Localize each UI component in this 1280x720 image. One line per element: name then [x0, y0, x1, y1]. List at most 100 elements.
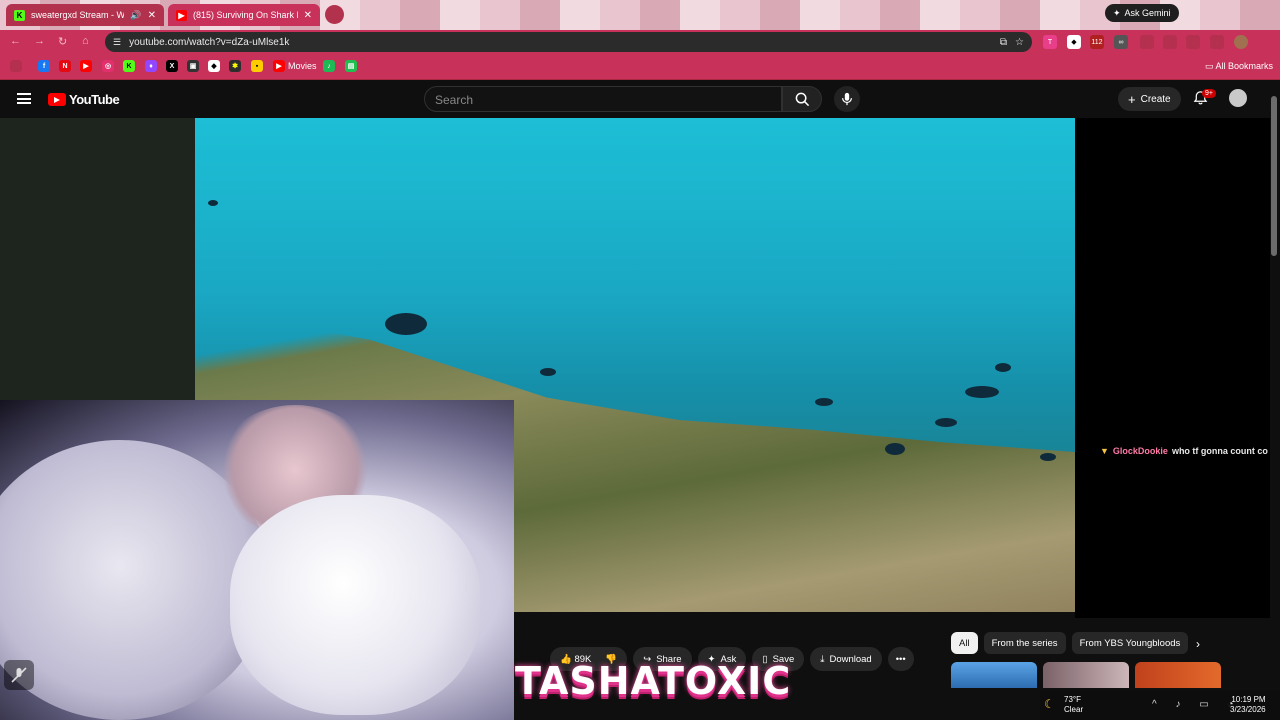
extension-icon[interactable]: [1140, 35, 1154, 49]
chip-all[interactable]: All: [951, 632, 978, 654]
page-scrollbar[interactable]: [1270, 86, 1278, 686]
more-actions-button[interactable]: •••: [887, 647, 914, 671]
chat-username: GlockDookie: [1112, 446, 1168, 456]
scrollbar-thumb[interactable]: [1271, 96, 1277, 256]
movies-icon[interactable]: ▶: [273, 60, 285, 72]
search-button[interactable]: [782, 86, 822, 112]
logo-text: YouTube: [69, 92, 120, 107]
fish: [885, 443, 905, 455]
twitch-icon[interactable]: ♦: [145, 60, 157, 72]
extension-icon[interactable]: T: [1043, 35, 1057, 49]
all-bookmarks[interactable]: ▭ All Bookmarks: [1205, 61, 1273, 72]
install-icon[interactable]: ⧉: [1000, 37, 1007, 48]
system-tray-icons[interactable]: ^ ♪ ▭ ◔: [1152, 699, 1242, 710]
system-clock[interactable]: 10:19 PM 3/23/2026: [1230, 695, 1266, 715]
create-label: Create: [1140, 93, 1171, 105]
download-button[interactable]: ⤓ Download: [810, 647, 882, 671]
instagram-icon[interactable]: ◎: [102, 60, 114, 72]
menu-icon[interactable]: [17, 93, 31, 104]
thumbnail[interactable]: [1043, 662, 1129, 688]
tab-youtube-video[interactable]: ▶ (815) Surviving On Shark Island ✕: [168, 4, 320, 26]
new-tab-button[interactable]: [325, 5, 344, 24]
address-bar[interactable]: ☰ youtube.com/watch?v=dZa-uMlse1k ⧉ ☆: [105, 32, 1032, 52]
kick-icon: K: [14, 9, 25, 21]
fish: [208, 200, 218, 206]
x-icon[interactable]: X: [166, 60, 178, 72]
voice-search-button[interactable]: [834, 86, 860, 112]
reload-icon[interactable]: ↻: [58, 35, 67, 48]
bookmark-icon[interactable]: ▣: [187, 60, 199, 72]
download-label: Download: [829, 653, 872, 665]
microphone-icon: [842, 92, 852, 106]
forward-icon[interactable]: →: [34, 35, 45, 47]
home-icon[interactable]: ⌂: [82, 35, 89, 47]
browser-toolbar: ← → ↻ ⌂ ☰ youtube.com/watch?v=dZa-uMlse1…: [0, 30, 1280, 54]
extension-icon[interactable]: ◆: [1067, 35, 1081, 49]
bookmark-icon[interactable]: ◆: [208, 60, 220, 72]
fish: [815, 398, 833, 406]
back-icon[interactable]: ←: [10, 35, 21, 47]
account-avatar[interactable]: [1229, 89, 1247, 107]
tab-kick-stream[interactable]: K sweatergxd Stream - Watch 🔊 ✕: [6, 4, 164, 26]
chip-from-channel[interactable]: From YBS Youngbloods: [1071, 632, 1189, 654]
gemini-icon: ✦: [1113, 7, 1121, 18]
chat-badge-icon: ▼: [1100, 446, 1109, 456]
right-dark-panel: [1075, 118, 1270, 618]
fish: [965, 386, 999, 398]
fish: [385, 313, 427, 335]
chip-from-series[interactable]: From the series: [983, 632, 1066, 654]
close-tab-icon[interactable]: ✕: [304, 10, 312, 21]
chevron-right-icon[interactable]: ›: [1196, 637, 1200, 651]
extension-icon[interactable]: 112: [1090, 35, 1104, 49]
bookmark-star-icon[interactable]: ☆: [1015, 37, 1024, 48]
extension-icon[interactable]: [1163, 35, 1177, 49]
movies-bookmark[interactable]: Movies: [288, 61, 317, 71]
pillow: [230, 495, 480, 715]
tab-title: (815) Surviving On Shark Island: [193, 10, 298, 20]
chat-message: ▼ GlockDookie who tf gonna count co: [1100, 446, 1280, 456]
bookmark-icon[interactable]: ♪: [323, 60, 335, 72]
tab-title: sweatergxd Stream - Watch: [31, 10, 125, 20]
system-taskbar: ☾ 73°F Clear ^ ♪ ▭ ◔ 10:19 PM 3/23/2026: [1040, 690, 1280, 720]
youtube-header: YouTube Search + Create 9+: [0, 80, 1280, 118]
kick-bookmark-icon[interactable]: K: [123, 60, 135, 72]
notification-badge: 9+: [1202, 89, 1216, 98]
weather-temp: 73°F: [1064, 695, 1081, 704]
youtube-bookmark-icon[interactable]: ▶: [80, 60, 92, 72]
mic-muted-icon: [4, 660, 34, 690]
bookmark-icon[interactable]: ▪: [251, 60, 263, 72]
search-input[interactable]: Search: [424, 86, 782, 112]
weather-widget[interactable]: 73°F Clear: [1064, 695, 1083, 715]
bookmark-icon[interactable]: ▤: [345, 60, 357, 72]
browser-tabstrip: K sweatergxd Stream - Watch 🔊 ✕ ▶ (815) …: [0, 0, 1280, 30]
clock-time: 10:19 PM: [1231, 695, 1266, 704]
bookmark-icon[interactable]: ✱: [229, 60, 241, 72]
weather-moon-icon: ☾: [1044, 697, 1055, 711]
fish: [935, 418, 957, 427]
webcam-overlay: [0, 400, 514, 720]
bookmarks-bar: f N ▶ ◎ K ♦ X ▣ ◆ ✱ ▪ ▶ Movies ♪ ▤ ▭ All…: [0, 54, 1280, 80]
extension-icon[interactable]: [1186, 35, 1200, 49]
weather-condition: Clear: [1064, 705, 1084, 714]
create-button[interactable]: + Create: [1118, 87, 1181, 111]
thumbnail[interactable]: [951, 662, 1037, 688]
facebook-icon[interactable]: f: [38, 60, 50, 72]
netflix-icon[interactable]: N: [59, 60, 71, 72]
plus-icon: +: [1128, 91, 1136, 107]
chat-text: who tf gonna count co: [1171, 446, 1268, 456]
search-icon: [795, 92, 809, 106]
fish: [540, 368, 556, 376]
thumbnail[interactable]: [1135, 662, 1221, 688]
profile-avatar[interactable]: [1234, 35, 1248, 49]
site-info-icon[interactable]: ☰: [113, 37, 121, 48]
youtube-logo[interactable]: YouTube: [48, 92, 120, 107]
speaker-icon: 🔊: [130, 9, 142, 20]
ask-gemini-button[interactable]: ✦ Ask Gemini: [1105, 4, 1179, 22]
recommended-thumbnails: [951, 662, 1221, 688]
fish: [1040, 453, 1056, 461]
all-bookmarks-label: All Bookmarks: [1215, 61, 1274, 71]
apps-icon[interactable]: [10, 60, 22, 72]
extension-icon[interactable]: [1210, 35, 1224, 49]
close-tab-icon[interactable]: ✕: [148, 10, 156, 21]
extension-icon[interactable]: ∞: [1114, 35, 1128, 49]
